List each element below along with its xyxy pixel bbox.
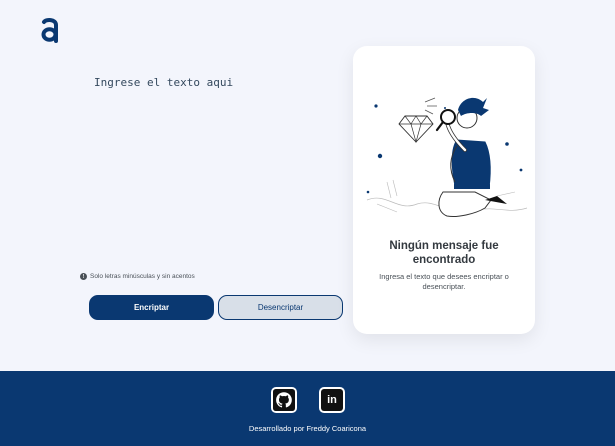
github-link[interactable] [271,387,297,413]
footer: in Desarrollado por Freddy Coaricona [0,371,615,446]
hint-text: Solo letras minúsculas y sin acentos [90,273,195,280]
result-card: Ningún mensaje fue encontrado Ingresa el… [353,46,535,334]
linkedin-icon: in [321,389,343,411]
input-hint: ! Solo letras minúsculas y sin acentos [80,273,195,280]
decrypt-button[interactable]: Desencriptar [218,295,343,320]
footer-credit: Desarrollado por Freddy Coaricona [248,424,367,433]
empty-state-title: Ningún mensaje fue encontrado [389,240,499,266]
empty-state-subtitle: Ingresa el texto que desees encriptar o … [379,272,509,291]
encrypt-button[interactable]: Encriptar [89,295,214,320]
search-illustration [366,97,528,217]
info-icon: ! [80,273,87,280]
github-icon [273,389,295,411]
alura-logo[interactable] [40,16,60,44]
linkedin-link[interactable]: in [319,387,345,413]
text-input[interactable] [94,74,324,254]
